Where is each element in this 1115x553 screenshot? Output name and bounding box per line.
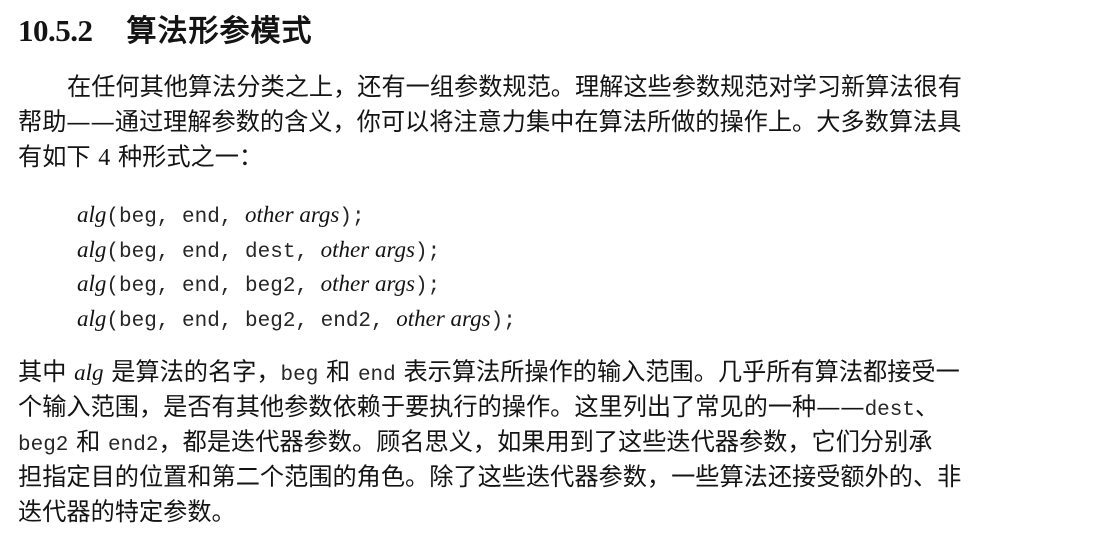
text-run: 、 (915, 393, 940, 421)
other-args: other args (320, 271, 415, 296)
paragraph-line: 其中 alg 是算法的名字，beg 和 end 表示算法所操作的输入范围。几乎所… (18, 355, 1103, 390)
forms-count: 4 (98, 145, 111, 171)
paragraph-line: 担指定目的位置和第二个范围的角色。除了这些迭代器参数，一些算法还接受额外的、非 (18, 463, 962, 491)
paragraph-line: 帮助——通过理解参数的含义，你可以将注意力集中在算法所做的操作上。大多数算法具 (18, 108, 962, 136)
end-term: end (357, 364, 396, 387)
paragraph-line: beg2 和 end2，都是迭代器参数。顾名思义，如果用到了这些迭代器参数，它们… (18, 425, 1103, 460)
paragraph-line: 有如下 4 种形式之一： (18, 140, 1103, 175)
intro-paragraph: 在任何其他算法分类之上，还有一组参数规范。理解这些参数规范对学习新算法很有 帮助… (18, 70, 1103, 175)
text-run: 其中 (18, 358, 67, 386)
section-number: 10.5.2 (18, 13, 93, 48)
beg-term: beg (280, 364, 319, 387)
other-args: other args (396, 305, 491, 331)
params: (beg, end, (106, 206, 246, 229)
section-title: 算法形参模式 (126, 14, 313, 49)
alg-term: alg (74, 360, 104, 385)
text-run: 有如下 (18, 143, 91, 171)
beg2-term: beg2 (18, 434, 69, 457)
close-paren: ); (415, 240, 441, 264)
explanation-paragraph: 其中 alg 是算法的名字，beg 和 end 表示算法所操作的输入范围。几乎所… (18, 355, 1103, 530)
section-heading: 10.5.2 算法形参模式 (18, 6, 313, 49)
code-line-2: alg(beg, end, dest, other args); (77, 233, 516, 268)
text-run: ，都是迭代器参数。顾名思义，如果用到了这些迭代器参数，它们分别承 (158, 428, 933, 456)
alg-name: alg (77, 271, 107, 296)
alg-name: alg (77, 236, 107, 262)
params: (beg, end, beg2, (106, 275, 321, 298)
alg-name: alg (77, 202, 107, 227)
dest-term: dest (864, 399, 915, 422)
close-paren: ); (415, 275, 441, 298)
params: (beg, end, beg2, end2, (106, 309, 397, 333)
text-run: 是算法的名字， (111, 358, 281, 386)
text-run: 种形式之一： (117, 143, 264, 171)
close-paren: ); (339, 206, 365, 229)
code-block: alg(beg, end, other args); alg(beg, end,… (77, 198, 516, 336)
code-line-4: alg(beg, end, beg2, end2, other args); (77, 302, 516, 337)
close-paren: ); (490, 309, 516, 333)
params: (beg, end, dest, (106, 240, 321, 264)
other-args: other args (320, 236, 415, 262)
code-line-1: alg(beg, end, other args); (77, 198, 516, 233)
paragraph-line: 个输入范围，是否有其他参数依赖于要执行的操作。这里列出了常见的一种——dest、 (18, 390, 1103, 425)
text-run: 个输入范围，是否有其他参数依赖于要执行的操作。这里列出了常见的一种—— (18, 393, 865, 421)
paragraph-line: 迭代器的特定参数。 (18, 498, 236, 526)
alg-name: alg (77, 305, 107, 331)
text-run: 和 (326, 358, 351, 386)
paragraph-line: 在任何其他算法分类之上，还有一组参数规范。理解这些参数规范对学习新算法很有 (67, 73, 962, 101)
end2-term: end2 (108, 434, 159, 457)
text-run: 和 (76, 428, 101, 456)
other-args: other args (245, 202, 340, 227)
text-run: 表示算法所操作的输入范围。几乎所有算法都接受一 (403, 358, 960, 386)
code-line-3: alg(beg, end, beg2, other args); (77, 267, 516, 302)
